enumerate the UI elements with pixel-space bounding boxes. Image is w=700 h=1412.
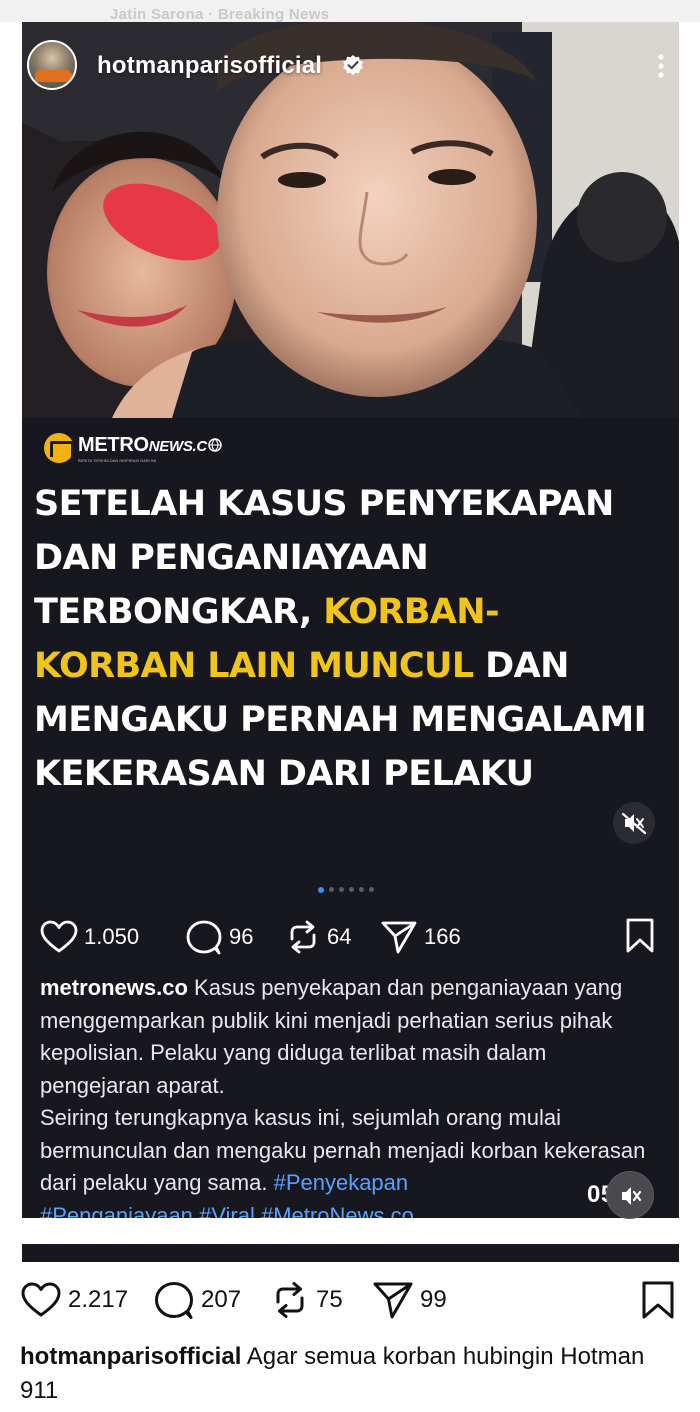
carousel-dot [318, 887, 324, 893]
headline-line-2: DAN PENGANIAYAAN [34, 538, 429, 578]
comment-icon [186, 920, 222, 955]
headline-line-4: KORBAN LAIN MUNCUL DAN [34, 639, 674, 693]
logo-suffix: NEWS.C [148, 438, 208, 455]
hashtag-link[interactable]: #Penganiayaan #Viral #MetroNews.co [40, 1203, 414, 1219]
embedded-repost-button[interactable]: 64 [285, 917, 351, 957]
globe-icon [208, 438, 222, 452]
carousel-dot [369, 887, 374, 892]
video-mute-button[interactable] [613, 802, 655, 844]
headline-line-4-yellow: KORBAN LAIN MUNCUL [34, 646, 474, 686]
news-headline: SETELAH KASUS PENYEKAPAN DAN PENGANIAYAA… [34, 477, 674, 801]
speaker-muted-icon [622, 1187, 642, 1205]
avatar[interactable] [27, 40, 77, 90]
repost-icon [276, 1282, 304, 1318]
post-media[interactable]: hotmanparisofficial METRONEWS.C BERITA T… [22, 22, 679, 1218]
heart-icon [40, 920, 78, 953]
like-count: 2.217 [68, 1286, 129, 1313]
embedded-share-button[interactable]: 166 [380, 917, 461, 957]
embedded-like-button[interactable]: 1.050 [40, 917, 139, 957]
repost-icon [290, 920, 316, 954]
embedded-comment-count: 96 [229, 924, 254, 949]
headline-line-3: TERBONGKAR, KORBAN- [34, 585, 674, 639]
more-vertical-icon[interactable] [650, 52, 672, 82]
bookmark-icon [626, 918, 654, 953]
headline-line-5: MENGAKU PERNAH MENGALAMI [34, 700, 647, 740]
speaker-muted-icon [621, 812, 647, 835]
avatar-car [35, 70, 73, 82]
previous-post-edge: Jatin Sarona · Breaking News [0, 0, 700, 23]
post-caption: hotmanparisofficial Agar semua korban hu… [20, 1340, 680, 1408]
headline-line-6: KEKERASAN DARI PELAKU [34, 754, 534, 794]
carousel-dot [359, 887, 364, 892]
metronews-logo-icon [44, 433, 74, 463]
share-count: 99 [420, 1286, 447, 1313]
embedded-comment-button[interactable]: 96 [185, 917, 253, 957]
share-icon [373, 1282, 413, 1319]
carousel-dot [329, 887, 334, 892]
background-text: Jatin Sarona · Breaking News [110, 6, 330, 23]
share-icon [381, 921, 417, 954]
bookmark-icon [642, 1281, 674, 1319]
repost-button[interactable]: 75 [270, 1278, 343, 1322]
carousel-indicator [318, 887, 374, 895]
logo-brand: METRO [78, 434, 149, 456]
comment-count: 207 [201, 1286, 242, 1313]
headline-line-4-white: DAN [473, 646, 569, 686]
like-button[interactable]: 2.217 [20, 1278, 128, 1322]
post-header: hotmanparisofficial [22, 22, 679, 112]
embedded-bookmark-button[interactable] [624, 917, 656, 960]
headline-line-3-white: TERBONGKAR, [34, 592, 324, 632]
verified-badge-icon [343, 55, 363, 75]
hashtag-link[interactable]: #Penyekapan [274, 1170, 409, 1195]
embedded-caption-username[interactable]: metronews.co [40, 975, 188, 1000]
metronews-logo-text: METRONEWS.C [78, 434, 222, 457]
comment-button[interactable]: 207 [153, 1278, 241, 1322]
post-actions: 2.217 207 75 99 [20, 1278, 685, 1322]
carousel-dot [339, 887, 344, 892]
logo-tagline: BERITA TERKINI DAN INSPIRASI HARI INI [78, 458, 157, 463]
comment-icon [155, 1282, 193, 1319]
repost-count: 75 [316, 1286, 343, 1313]
headline-line-1: SETELAH KASUS PENYEKAPAN [34, 484, 614, 524]
headline-line-3-yellow: KORBAN- [323, 592, 499, 632]
post-username[interactable]: hotmanparisofficial [97, 52, 322, 80]
carousel-dot [349, 887, 354, 892]
bookmark-button[interactable] [640, 1280, 676, 1325]
share-button[interactable]: 99 [372, 1278, 447, 1322]
heart-icon [21, 1282, 61, 1317]
embedded-like-count: 1.050 [84, 924, 140, 949]
embedded-caption: metronews.co Kasus penyekapan dan pengan… [40, 972, 660, 1218]
post-mute-button[interactable] [606, 1171, 654, 1219]
embedded-repost-count: 64 [327, 924, 352, 949]
next-media-edge [22, 1244, 679, 1262]
caption-username[interactable]: hotmanparisofficial [20, 1343, 241, 1370]
embedded-actions: 1.050 96 64 166 [40, 917, 670, 957]
embedded-share-count: 166 [424, 924, 461, 949]
